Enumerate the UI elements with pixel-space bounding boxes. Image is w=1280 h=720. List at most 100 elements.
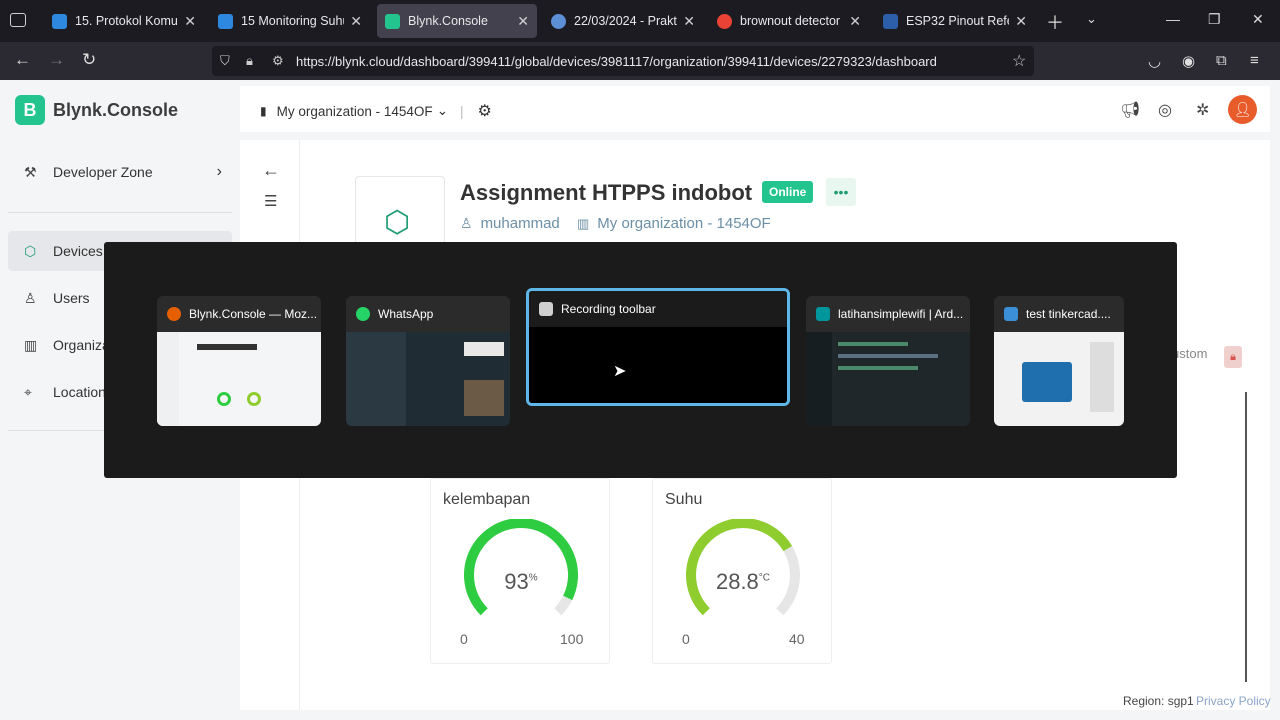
switcher-window-tinkercad[interactable]: test tinkercad.... — [994, 296, 1124, 426]
permissions-icon[interactable]: ⚙ — [272, 53, 284, 69]
window-title: Blynk.Console — Moz... — [189, 307, 318, 321]
close-tab-icon[interactable]: ✕ — [184, 13, 196, 30]
close-tab-icon[interactable]: ✕ — [683, 13, 695, 30]
tab-label: 22/03/2024 - Praktik P — [574, 14, 677, 28]
close-window-icon[interactable]: ✕ — [1252, 11, 1264, 28]
scrollbar[interactable] — [1245, 392, 1247, 682]
new-tab-icon[interactable]: ＋ — [1046, 9, 1064, 35]
privacy-policy-link[interactable]: Privacy Policy — [1196, 694, 1271, 708]
owner-name: muhammad — [480, 215, 560, 232]
organization-selector[interactable]: ▮ My organization - 1454OF ⌄ | ⚙ — [260, 101, 492, 121]
blynk-logo[interactable]: B Blynk.Console — [15, 95, 178, 125]
window-header: Blynk.Console — Moz... — [157, 296, 321, 332]
lock-icon[interactable]: 🔒︎ — [246, 53, 253, 69]
account-icon[interactable]: ◉ — [1182, 52, 1195, 70]
window-title: latihansimplewifi | Ard... — [838, 307, 964, 321]
window-thumbnail — [529, 327, 787, 403]
gauge-unit: °C — [758, 572, 771, 584]
tab-label: Blynk.Console — [408, 14, 488, 28]
switcher-window-firefox[interactable]: Blynk.Console — Moz... — [157, 296, 321, 426]
extensions-icon[interactable]: ⧉ — [1216, 52, 1227, 69]
avatar[interactable]: 👤︎ — [1228, 95, 1257, 124]
window-header: WhatsApp — [346, 296, 510, 332]
device-organization[interactable]: ▥ My organization - 1454OF — [577, 215, 771, 232]
url-bar[interactable]: ⛉ 🔒︎ ⚙ https://blynk.cloud/dashboard/399… — [212, 46, 1034, 76]
hamburger-icon[interactable]: ☰ — [264, 192, 277, 210]
blynk-icon — [385, 13, 400, 29]
browser-tab[interactable]: 15. Protokol Komunika ✕ — [44, 4, 204, 38]
gauge-widget-kelembapan[interactable]: kelembapan 93% 0 100 — [430, 478, 610, 664]
building-icon: ▮ — [260, 104, 267, 118]
help-icon[interactable]: ◎ — [1158, 100, 1172, 120]
restore-icon[interactable]: ❐ — [1208, 11, 1221, 28]
switcher-window-whatsapp[interactable]: WhatsApp — [346, 296, 510, 426]
firefox-icon — [167, 307, 181, 321]
close-tab-icon[interactable]: ✕ — [350, 13, 362, 30]
window-title: Recording toolbar — [561, 302, 656, 316]
minimize-icon[interactable]: — — [1166, 11, 1180, 27]
close-tab-icon[interactable]: ✕ — [1015, 13, 1027, 30]
sidebar-item-developer-zone[interactable]: ⚒ Developer Zone › — [8, 152, 232, 192]
drive-icon — [218, 13, 233, 29]
gauge-value: 28.8°C — [653, 569, 833, 595]
megaphone-icon[interactable]: 📢︎ — [1120, 100, 1140, 120]
google-icon — [717, 13, 732, 29]
chevron-down-icon[interactable]: ⌄ — [1086, 11, 1097, 27]
gauge-unit: % — [528, 572, 538, 584]
menu-icon[interactable]: ≡ — [1250, 52, 1259, 69]
divider: | — [460, 103, 464, 119]
tab-label: 15. Protokol Komunika — [75, 14, 178, 28]
browser-tab-active[interactable]: Blynk.Console ✕ — [377, 4, 537, 38]
switcher-window-arduino[interactable]: latihansimplewifi | Ard... — [806, 296, 970, 426]
region-label: Region: sgp1 — [1123, 694, 1194, 708]
gauge-widget-suhu[interactable]: Suhu 28.8°C 0 40 — [652, 478, 832, 664]
reload-icon[interactable]: ↻ — [82, 50, 96, 70]
back-arrow-icon[interactable]: ← — [262, 160, 280, 181]
window-thumbnail — [157, 332, 321, 426]
r-site-icon — [883, 13, 898, 29]
star-icon[interactable]: ☆ — [1012, 51, 1026, 71]
chevron-down-icon: ⌄ — [436, 103, 448, 118]
wrench-icon: ⚒ — [24, 163, 37, 180]
top-bar: ▮ My organization - 1454OF ⌄ | ⚙ 📢︎ ◎ ✲ … — [240, 86, 1270, 132]
close-tab-icon[interactable]: ✕ — [517, 13, 529, 30]
custom-tab[interactable]: ustom — [1172, 346, 1207, 361]
device-owner[interactable]: ♙ muhammad — [460, 215, 560, 232]
bug-icon[interactable]: ✲ — [1196, 100, 1209, 120]
pocket-icon[interactable]: ◡ — [1148, 52, 1161, 70]
tab-label: ESP32 Pinout Referenc — [906, 14, 1009, 28]
browser-tab[interactable]: ESP32 Pinout Referenc ✕ — [875, 4, 1035, 38]
more-actions-button[interactable]: ••• — [826, 178, 856, 206]
cube-icon: ⬡ — [24, 242, 37, 259]
close-tab-icon[interactable]: ✕ — [849, 13, 861, 30]
tab-label: 15 Monitoring Suhu D — [241, 14, 344, 28]
browser-tab[interactable]: brownout detector wa ✕ — [709, 4, 869, 38]
window-header: latihansimplewifi | Ard... — [806, 296, 970, 332]
shield-icon[interactable]: ⛉ — [220, 53, 230, 69]
gauge-min: 0 — [682, 631, 690, 647]
status-badge: Online — [762, 181, 814, 203]
globe-icon — [551, 13, 566, 29]
navigation-bar: ← → ↻ ⛉ 🔒︎ ⚙ https://blynk.cloud/dashboa… — [0, 42, 1280, 80]
browser-tab[interactable]: 22/03/2024 - Praktik P ✕ — [543, 4, 703, 38]
arduino-icon — [816, 307, 830, 321]
gauge-fill — [686, 519, 793, 616]
window-thumbnail — [806, 332, 970, 426]
url-text[interactable]: https://blynk.cloud/dashboard/399411/glo… — [296, 54, 937, 69]
forward-icon[interactable]: → — [48, 50, 65, 70]
back-icon[interactable]: ← — [14, 50, 31, 70]
sidebar-item-label: Users — [53, 290, 90, 306]
cube-icon: ⬡ — [384, 206, 411, 239]
drive-icon — [52, 13, 67, 29]
gear-icon[interactable]: ⚙ — [478, 101, 492, 121]
device-title: Assignment HTPPS indobot — [460, 180, 753, 205]
mouse-cursor-icon: ➤ — [613, 363, 627, 380]
browser-tab-bar: 15. Protokol Komunika ✕ 15 Monitoring Su… — [0, 0, 1280, 42]
user-icon: ♙ — [24, 289, 37, 306]
switcher-window-recording-toolbar[interactable]: Recording toolbar ➤ — [526, 288, 790, 406]
browser-tab[interactable]: 15 Monitoring Suhu D ✕ — [210, 4, 370, 38]
divider — [8, 212, 232, 213]
tab-list-icon[interactable] — [10, 13, 26, 27]
window-header: Recording toolbar — [529, 291, 787, 327]
pin-icon: ⌖ — [24, 383, 32, 400]
